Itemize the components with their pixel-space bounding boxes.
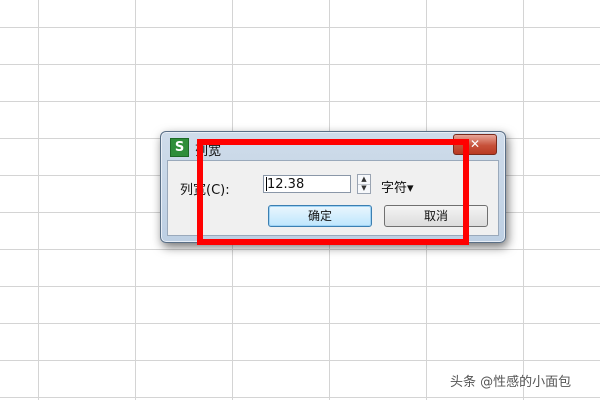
watermark-text: 头条 @性感的小面包 — [450, 375, 572, 390]
app-logo-icon: S — [170, 138, 189, 157]
red-highlight-annotation — [197, 139, 469, 245]
